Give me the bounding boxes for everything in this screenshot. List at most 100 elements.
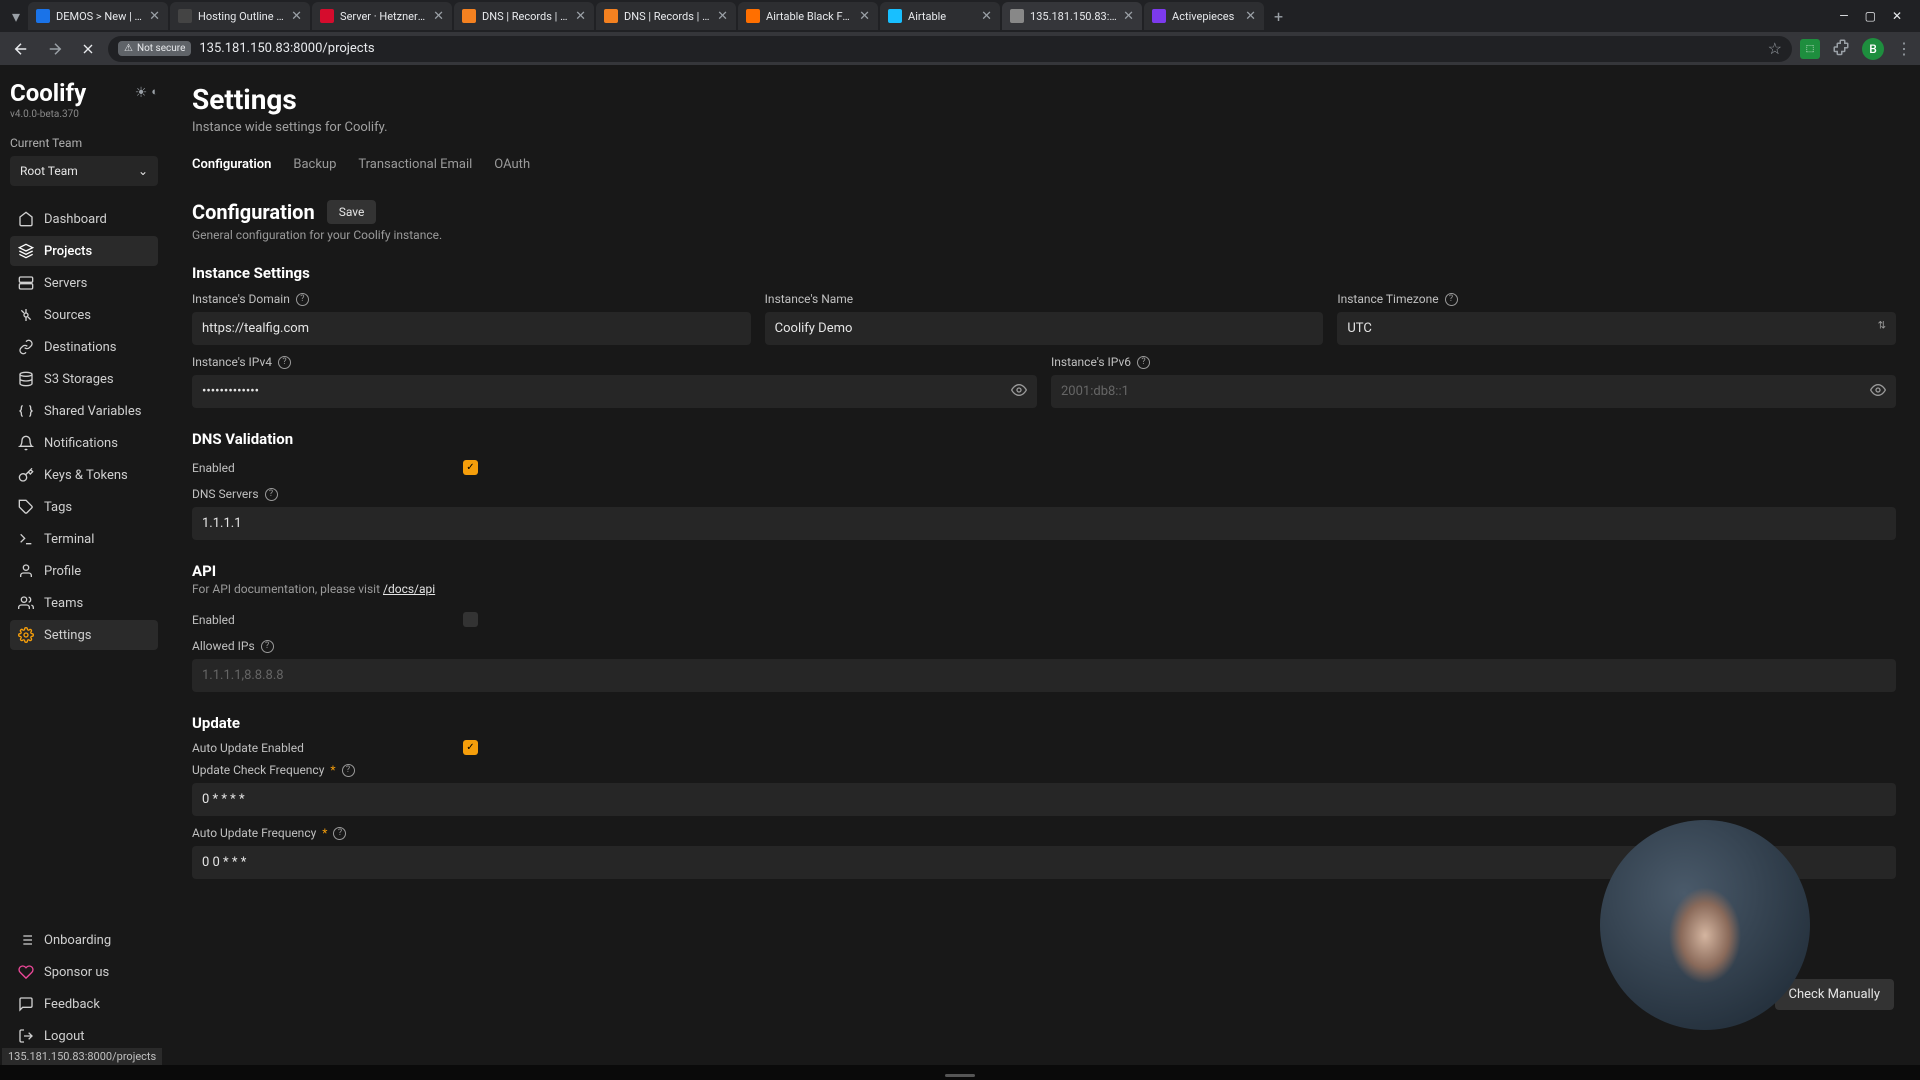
tab-configuration[interactable]: Configuration — [192, 157, 271, 176]
tab-close-icon[interactable]: ✕ — [575, 9, 586, 24]
reload-button[interactable] — [76, 37, 100, 61]
extension-icon[interactable]: ⬚ — [1800, 39, 1820, 59]
browser-tab[interactable]: 135.181.150.83:8000✕ — [1002, 2, 1142, 30]
info-icon[interactable]: ? — [1137, 356, 1150, 369]
url-input[interactable]: ⚠ Not secure 135.181.150.83:8000/project… — [108, 36, 1792, 62]
update-check-freq-label: Update Check Frequency * ? — [192, 763, 1896, 777]
tab-close-icon[interactable]: ✕ — [149, 9, 160, 24]
browser-tab[interactable]: DNS | Records | tealf✕ — [454, 2, 594, 30]
sidebar-item-terminal[interactable]: Terminal — [10, 524, 158, 554]
browser-tab[interactable]: Server · Hetzner Clo✕ — [312, 2, 452, 30]
forward-button[interactable] — [42, 36, 68, 62]
nav-label: Logout — [44, 1029, 85, 1044]
ipv6-input[interactable] — [1051, 375, 1896, 408]
close-window-button[interactable]: ✕ — [1892, 9, 1902, 23]
nav-label: Teams — [44, 596, 83, 611]
tab-backup[interactable]: Backup — [293, 157, 336, 176]
tab-close-icon[interactable]: ✕ — [291, 9, 302, 24]
config-title: Configuration — [192, 200, 315, 224]
nav-label: Shared Variables — [44, 404, 141, 419]
team-select[interactable]: Root Team ⌄ — [10, 156, 158, 186]
timezone-label: Instance Timezone? — [1337, 292, 1896, 306]
window-controls: — ▢ ✕ — [1827, 9, 1914, 23]
webcam-overlay — [1600, 820, 1810, 1030]
update-check-freq-input[interactable] — [192, 783, 1896, 816]
auto-update-checkbox[interactable]: ✓ — [463, 740, 478, 755]
sidebar-item-servers[interactable]: Servers — [10, 268, 158, 298]
sidebar-item-shared-variables[interactable]: Shared Variables — [10, 396, 158, 426]
bookmark-icon[interactable]: ☆ — [1768, 39, 1782, 58]
browser-tab[interactable]: Airtable Black Friday✕ — [738, 2, 878, 30]
sidebar-item-notifications[interactable]: Notifications — [10, 428, 158, 458]
info-icon[interactable]: ? — [342, 764, 355, 777]
sidebar-item-settings[interactable]: Settings — [10, 620, 158, 650]
profile-avatar[interactable]: B — [1862, 38, 1884, 60]
name-input[interactable] — [765, 312, 1324, 345]
info-icon[interactable]: ? — [265, 488, 278, 501]
maximize-button[interactable]: ▢ — [1865, 9, 1876, 23]
brand-logo[interactable]: Coolify — [10, 79, 86, 107]
sidebar-item-dashboard[interactable]: Dashboard — [10, 204, 158, 234]
info-icon[interactable]: ? — [333, 827, 346, 840]
domain-input[interactable] — [192, 312, 751, 345]
timezone-select[interactable] — [1337, 312, 1896, 345]
tab-close-icon[interactable]: ✕ — [1123, 9, 1134, 24]
browser-tab[interactable]: Hosting Outline - Ou ✕ — [170, 2, 310, 30]
tab-close-icon[interactable]: ✕ — [981, 9, 992, 24]
tab-close-icon[interactable]: ✕ — [1245, 9, 1256, 24]
tab-favicon-icon — [888, 9, 902, 23]
not-secure-badge[interactable]: ⚠ Not secure — [118, 41, 191, 56]
sun-icon[interactable]: ☀ — [135, 85, 148, 101]
tab-close-icon[interactable]: ✕ — [859, 9, 870, 24]
sidebar-item-s3-storages[interactable]: S3 Storages — [10, 364, 158, 394]
browser-tab[interactable]: Activepieces✕ — [1144, 2, 1264, 30]
sidebar-item-logout[interactable]: Logout — [10, 1021, 158, 1051]
extensions-icon[interactable] — [1832, 38, 1850, 60]
sidebar-item-profile[interactable]: Profile — [10, 556, 158, 586]
info-icon[interactable]: ? — [278, 356, 291, 369]
new-tab-button[interactable]: + — [1266, 7, 1291, 26]
sidebar-item-feedback[interactable]: Feedback — [10, 989, 158, 1019]
sidebar-item-keys-&-tokens[interactable]: Keys & Tokens — [10, 460, 158, 490]
sidebar-item-teams[interactable]: Teams — [10, 588, 158, 618]
dns-servers-input[interactable] — [192, 507, 1896, 540]
tab-close-icon[interactable]: ✕ — [717, 9, 728, 24]
tab-close-icon[interactable]: ✕ — [433, 9, 444, 24]
tab-favicon-icon — [178, 9, 192, 23]
sidebar-item-projects[interactable]: Projects — [10, 236, 158, 266]
tab-favicon-icon — [746, 9, 760, 23]
back-button[interactable] — [8, 36, 34, 62]
domain-label: Instance's Domain? — [192, 292, 751, 306]
browser-tab[interactable]: DEMOS > New | Coo✕ — [28, 2, 168, 30]
ipv4-input[interactable] — [192, 375, 1037, 408]
tab-title: Hosting Outline - Ou — [198, 10, 285, 23]
menu-icon[interactable]: ⋮ — [1896, 39, 1912, 58]
tab-menu-icon[interactable]: ▾ — [6, 7, 26, 26]
info-icon[interactable]: ? — [1445, 293, 1458, 306]
dns-enabled-checkbox[interactable]: ✓ — [463, 460, 478, 475]
url-bar: ⚠ Not secure 135.181.150.83:8000/project… — [0, 32, 1920, 65]
tab-transactional-email[interactable]: Transactional Email — [358, 157, 472, 176]
minimize-button[interactable]: — — [1839, 9, 1848, 23]
sidebar-item-sponsor-us[interactable]: Sponsor us — [10, 957, 158, 987]
info-icon[interactable]: ? — [296, 293, 309, 306]
info-icon[interactable]: ? — [261, 640, 274, 653]
tab-oauth[interactable]: OAuth — [494, 157, 530, 176]
browser-tab[interactable]: Airtable✕ — [880, 2, 1000, 30]
sidebar-item-tags[interactable]: Tags — [10, 492, 158, 522]
browser-tab[interactable]: DNS | Records | bren✕ — [596, 2, 736, 30]
save-button[interactable]: Save — [327, 200, 377, 224]
nav-label: Servers — [44, 276, 87, 291]
storage-icon — [18, 371, 34, 387]
sidebar-item-sources[interactable]: Sources — [10, 300, 158, 330]
sidebar-item-destinations[interactable]: Destinations — [10, 332, 158, 362]
theme-auto-icon[interactable]: ◐ — [151, 85, 158, 101]
api-enabled-checkbox[interactable] — [463, 612, 478, 627]
eye-icon[interactable] — [1870, 382, 1886, 402]
allowed-ips-label: Allowed IPs? — [192, 639, 1896, 653]
allowed-ips-input[interactable] — [192, 659, 1896, 692]
sidebar-item-onboarding[interactable]: Onboarding — [10, 925, 158, 955]
eye-icon[interactable] — [1011, 382, 1027, 402]
page-subtitle: Instance wide settings for Coolify. — [192, 120, 1896, 135]
api-docs-link[interactable]: /docs/api — [383, 582, 435, 596]
